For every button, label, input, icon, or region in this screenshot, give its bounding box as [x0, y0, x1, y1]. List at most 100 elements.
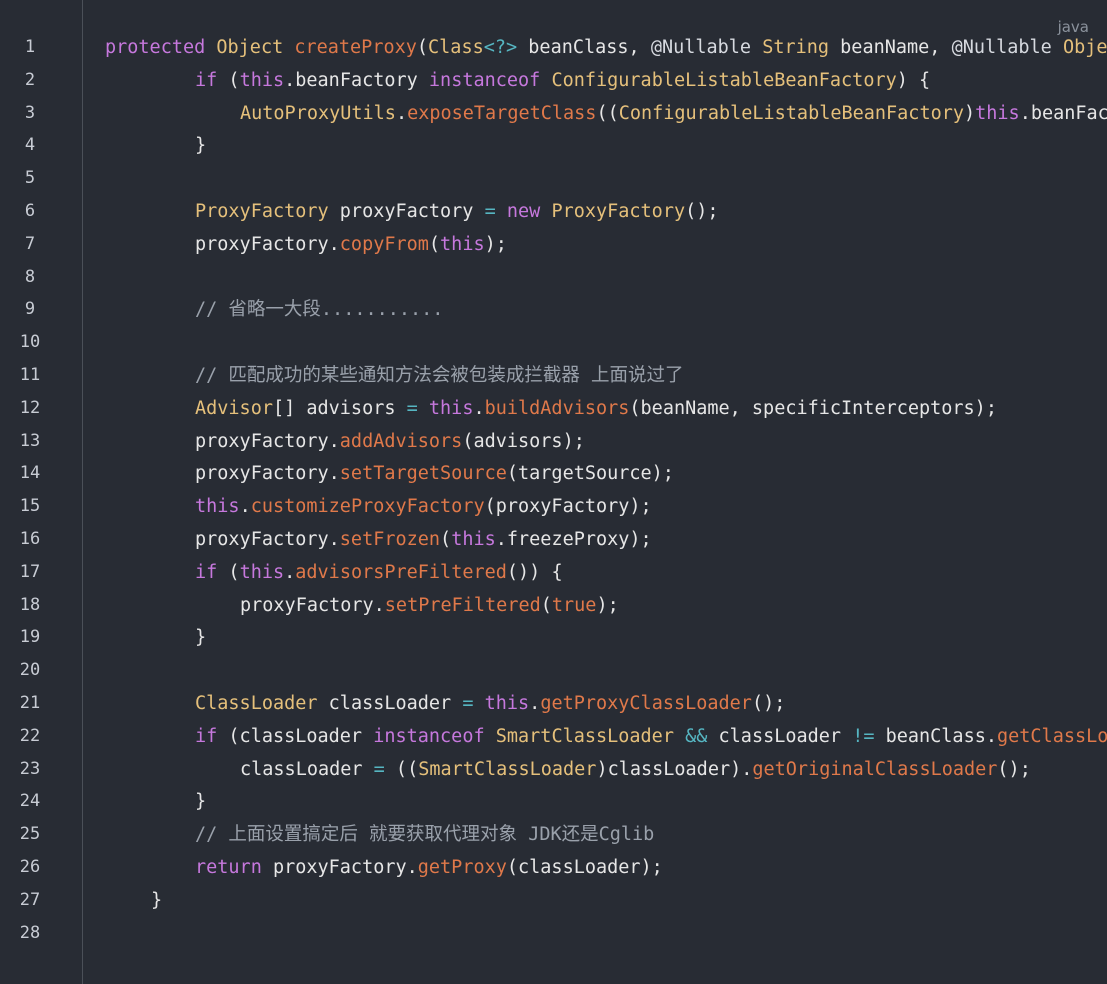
code-token: .	[473, 397, 485, 419]
code-token: SmartClassLoader	[495, 725, 674, 747]
code-token: classLoader	[707, 725, 853, 747]
code-line[interactable]: proxyFactory.setPreFiltered(true);	[240, 589, 619, 622]
code-token: getProxy	[417, 857, 507, 878]
code-token: instanceof	[428, 69, 541, 91]
code-token: ClassLoader	[195, 693, 318, 714]
line-number: 25	[19, 824, 41, 845]
line-number: 6	[24, 201, 36, 221]
code-token: (classLoader);	[506, 857, 663, 878]
code-token: }	[195, 135, 207, 157]
code-line[interactable]: this.customizeProxyFactory(proxyFactory)…	[195, 490, 652, 523]
code-token: getClassLoader	[997, 725, 1107, 747]
code-token: (	[217, 561, 240, 583]
code-line[interactable]: classLoader = ((SmartClassLoader)classLo…	[240, 753, 1031, 786]
line-number: 2	[24, 69, 36, 90]
code-token: ((	[596, 102, 619, 124]
code-token: .	[239, 496, 251, 518]
code-line[interactable]: return proxyFactory.getProxy(classLoader…	[195, 851, 663, 884]
code-block[interactable]: 1 2 3 4 5 6 7 8 9 10 11 12 13 14 15 16 17 18 19 20 21 22 23 24 2…	[0, 0, 1107, 984]
code-token: .freezeProxy);	[495, 529, 652, 550]
code-line[interactable]: protected Object createProxy(Class<?> be…	[105, 31, 1107, 64]
code-token: advisorsPreFiltered	[295, 561, 507, 583]
language-label: java	[1057, 18, 1089, 36]
code-line[interactable]: }	[151, 884, 162, 917]
line-number-gutter: 1 2 3 4 5 6 7 8 9 10 11 12 13 14 15 16 17 18 19 20 21 22 23 24 2…	[0, 0, 83, 984]
code-line[interactable]: if (classLoader instanceof SmartClassLoa…	[195, 720, 1107, 753]
code-token: beanClass,	[517, 37, 651, 58]
code-token: );	[484, 233, 507, 255]
code-token: classLoader	[240, 758, 374, 780]
code-line[interactable]: proxyFactory.addAdvisors(advisors);	[195, 425, 585, 458]
code-line[interactable]: // 上面设置搞定后 就要获取代理对象 JDK还是Cglib	[195, 818, 654, 851]
line-number: 5	[24, 168, 36, 189]
code-token: =	[373, 758, 385, 780]
code-token: [] advisors	[272, 397, 407, 419]
code-token: this	[428, 397, 474, 419]
code-line[interactable]: // 省略一大段...........	[195, 293, 443, 326]
code-token: customizeProxyFactory	[250, 496, 485, 518]
line-number: 7	[24, 233, 36, 254]
code-token: (	[428, 233, 441, 255]
code-line[interactable]: }	[195, 785, 206, 818]
code-line[interactable]: Advisor[] advisors = this.buildAdvisors(…	[195, 392, 997, 425]
code-token: setTargetSource	[339, 463, 507, 485]
code-token: (targetSource);	[506, 463, 674, 485]
code-token: getOriginalClassLoader	[752, 758, 998, 780]
code-token: Object	[216, 37, 284, 58]
code-line[interactable]: }	[195, 129, 206, 162]
code-line[interactable]: // 匹配成功的某些通知方法会被包装成拦截器 上面说过了	[195, 359, 684, 392]
code-token: setPreFiltered	[384, 594, 541, 616]
code-token: =	[406, 397, 418, 419]
code-token: protected	[105, 37, 206, 58]
code-token: (classLoader	[217, 725, 374, 747]
code-token: proxyFactory	[328, 201, 485, 222]
line-number: 4	[24, 135, 36, 156]
code-token: proxyFactory.	[261, 857, 418, 878]
code-token: ()) {	[506, 561, 563, 583]
line-number: 22	[19, 725, 41, 746]
code-token: .	[529, 693, 541, 714]
code-line[interactable]: }	[195, 621, 206, 654]
code-token: (	[416, 37, 429, 58]
line-number: 26	[19, 857, 41, 877]
code-line[interactable]: proxyFactory.setTargetSource(targetSourc…	[195, 457, 674, 490]
code-token: }	[151, 889, 163, 911]
code-token: if	[195, 561, 218, 583]
code-token: ();	[685, 201, 719, 222]
line-number: 9	[24, 299, 36, 320]
code-token: )classLoader).	[596, 758, 753, 780]
code-token: )	[964, 102, 976, 124]
code-token: this	[195, 496, 240, 518]
code-line[interactable]: ProxyFactory proxyFactory = new ProxyFac…	[195, 195, 719, 228]
line-number: 21	[19, 693, 41, 713]
line-number: 10	[19, 332, 41, 353]
code-token: !=	[852, 725, 875, 747]
code-line[interactable]: proxyFactory.setFrozen(this.freezeProxy)…	[195, 523, 652, 556]
code-token: ConfigurableListableBeanFactory	[618, 102, 964, 124]
line-number: 15	[19, 496, 41, 517]
line-number: 20	[19, 660, 41, 681]
code-token: if	[195, 725, 218, 747]
code-area[interactable]: protected Object createProxy(Class<?> be…	[83, 0, 1107, 984]
code-token: (	[440, 529, 452, 550]
code-line[interactable]: ClassLoader classLoader = this.getProxyC…	[195, 687, 785, 720]
code-line[interactable]: if (this.beanFactory instanceof Configur…	[195, 64, 930, 97]
code-token: =	[462, 693, 474, 714]
code-line[interactable]: proxyFactory.copyFrom(this);	[195, 228, 507, 261]
code-token: instanceof	[373, 725, 485, 747]
code-token: createProxy	[294, 37, 417, 58]
line-number: 11	[19, 365, 41, 385]
code-line[interactable]: AutoProxyUtils.exposeTargetClass((Config…	[240, 97, 1107, 130]
code-token: beanClass.	[874, 725, 997, 747]
code-line[interactable]: if (this.advisorsPreFiltered()) {	[195, 556, 563, 589]
code-token: &&	[685, 725, 708, 747]
code-comment: // 上面设置搞定后 就要获取代理对象 JDK还是Cglib	[195, 824, 655, 846]
code-token: this	[451, 529, 496, 550]
code-token: ();	[997, 758, 1031, 780]
code-token: }	[195, 791, 207, 813]
